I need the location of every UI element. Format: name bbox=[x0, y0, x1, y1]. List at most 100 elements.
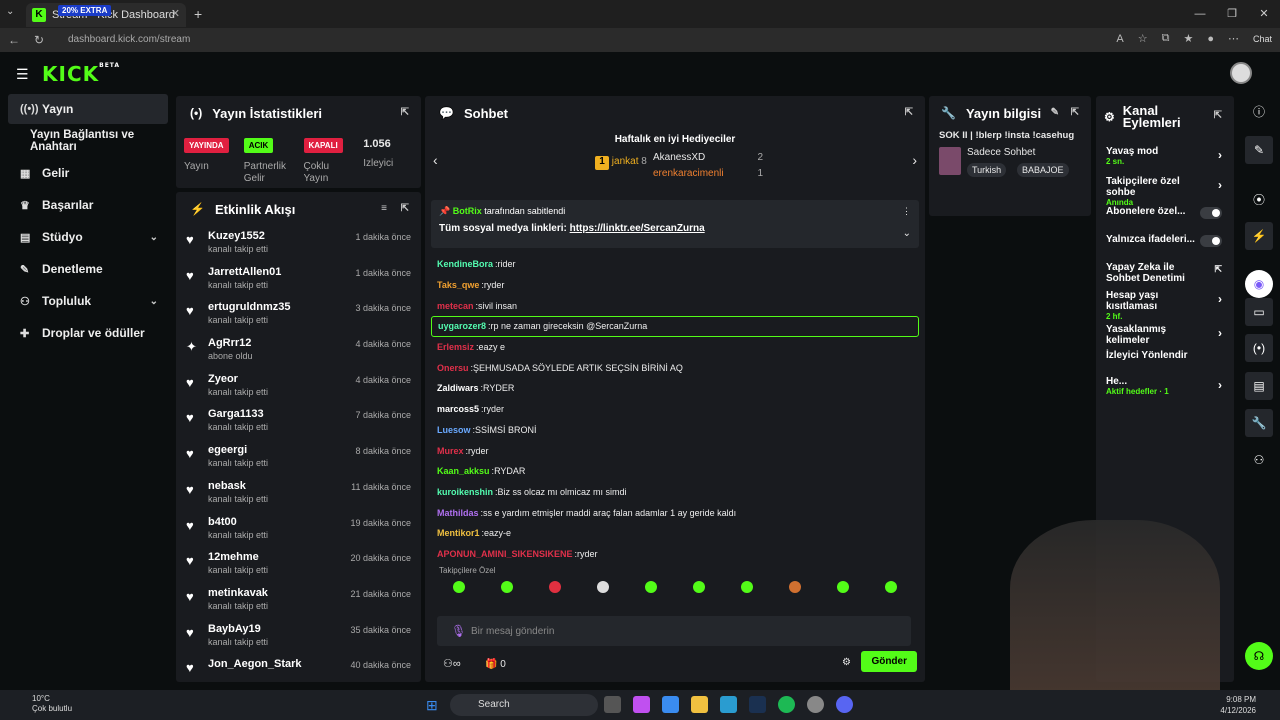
channel-action-item[interactable]: Hesap yaşı kısıtlaması 2 hf. › bbox=[1096, 290, 1234, 321]
settings-icon[interactable]: ⚙ bbox=[842, 657, 851, 668]
chat-message[interactable]: Zaldiwars: RYDER bbox=[425, 378, 925, 399]
emote[interactable] bbox=[837, 581, 849, 594]
chat-username[interactable]: Zaldiwars bbox=[437, 383, 479, 393]
chat-username[interactable]: marcoss5 bbox=[437, 404, 479, 414]
chat-message[interactable]: APONUN_AMINI_SIKENSIKENE: ryder bbox=[425, 544, 925, 565]
store-icon[interactable] bbox=[662, 696, 679, 713]
user-avatar[interactable] bbox=[1230, 62, 1252, 84]
sidebar-item-basarilar[interactable]: ♛ Başarılar bbox=[8, 190, 168, 220]
category-name[interactable]: Sadece Sohbet bbox=[967, 147, 1035, 158]
emote[interactable] bbox=[741, 581, 753, 594]
edge-icon[interactable] bbox=[720, 696, 737, 713]
chat-username[interactable]: Mathildas bbox=[437, 508, 479, 518]
event-row[interactable]: ♥ b4t00 kanalı takip etti 19 dakika önce bbox=[176, 512, 421, 548]
popout-icon[interactable]: ⇱ bbox=[401, 203, 409, 214]
channel-action-item[interactable]: Yalnızca ifadeleri... bbox=[1096, 234, 1234, 247]
minimize-icon[interactable]: — bbox=[1184, 0, 1216, 28]
event-row[interactable]: ♥ BaybAy19 kanalı takip etti 35 dakika önce bbox=[176, 619, 421, 655]
popout-icon[interactable]: ⇱ bbox=[1214, 110, 1222, 121]
expand-icon[interactable]: ⌄ bbox=[903, 228, 911, 239]
emote[interactable] bbox=[645, 581, 657, 594]
channel-action-item[interactable]: İzleyici Yönlendir bbox=[1096, 350, 1234, 361]
chat-message[interactable]: Murex: ryder bbox=[425, 440, 925, 461]
emote[interactable] bbox=[693, 581, 705, 594]
sidebar-item-yayin[interactable]: ((•)) Yayın bbox=[8, 94, 168, 124]
tab-list-icon[interactable]: ⌄ bbox=[6, 6, 14, 17]
filter-icon[interactable]: ≡ bbox=[381, 203, 387, 214]
close-window-icon[interactable]: ✕ bbox=[1248, 0, 1280, 28]
chat-message[interactable]: metecan: sivil insan bbox=[425, 295, 925, 316]
chat-message[interactable]: Onersu: ŞEHMUSADA SÖYLEDE ARTIK SEÇSİN B… bbox=[425, 357, 925, 378]
chat-username[interactable]: kuroikenshin bbox=[437, 487, 493, 497]
sidebar-item-stream-key[interactable]: Yayın Bağlantısı ve Anahtarı bbox=[8, 126, 168, 156]
sidebar-item-topluluk[interactable]: ⚇ Topluluk ⌄ bbox=[8, 286, 168, 316]
emote[interactable] bbox=[549, 581, 561, 594]
weather-widget[interactable]: 10°C Çok bulutlu bbox=[10, 694, 72, 714]
spotify-icon[interactable] bbox=[778, 696, 795, 713]
event-row[interactable]: ♥ Kuzey1552 kanalı takip etti 1 dakika önce bbox=[176, 226, 421, 262]
users-icon[interactable]: ⚇ bbox=[1245, 446, 1273, 474]
toggle-switch[interactable] bbox=[1200, 235, 1222, 247]
sidebar-item-denetleme[interactable]: ✎ Denetleme bbox=[8, 254, 168, 284]
stats-icon[interactable]: ▤ bbox=[1245, 372, 1273, 400]
url-field[interactable]: dashboard.kick.com/stream bbox=[58, 32, 1158, 48]
gifter-2[interactable]: AkanessXD 2 bbox=[653, 152, 763, 163]
channel-action-item[interactable]: Yapay Zeka ile Sohbet Denetimi ⇱ bbox=[1096, 262, 1234, 284]
emote[interactable] bbox=[885, 581, 897, 594]
back-icon[interactable]: ← bbox=[8, 33, 20, 47]
favorites-icon[interactable]: ★ bbox=[1183, 32, 1193, 45]
event-row[interactable]: ♥ Jon_Aegon_Stark 40 dakika önce bbox=[176, 654, 421, 682]
explorer-icon[interactable] bbox=[691, 696, 708, 713]
info-icon[interactable]: ⓘ bbox=[1245, 98, 1273, 126]
refresh-icon[interactable]: ↻ bbox=[34, 33, 44, 47]
chat-message[interactable]: Luesow: SSİMSİ BRONİ bbox=[425, 420, 925, 441]
chat-message[interactable]: Erlemsiz: eazy e bbox=[425, 337, 925, 358]
channel-action-item[interactable]: Yavaş mod 2 sn. › bbox=[1096, 146, 1234, 166]
channel-action-item[interactable]: Yasaklanmış kelimeler › bbox=[1096, 324, 1234, 346]
chat-icon[interactable]: ▭ bbox=[1245, 298, 1273, 326]
chat-username[interactable]: Onersu bbox=[437, 363, 469, 373]
chat-username[interactable]: Murex bbox=[437, 446, 464, 456]
chat-username[interactable]: Mentikor1 bbox=[437, 528, 480, 538]
chat-username[interactable]: Erlemsiz bbox=[437, 342, 474, 352]
popout-icon[interactable]: ⇱ bbox=[1071, 107, 1079, 118]
emote[interactable] bbox=[789, 581, 801, 594]
profile-icon[interactable]: ● bbox=[1207, 33, 1214, 45]
hamburger-icon[interactable]: ☰ bbox=[16, 66, 29, 83]
discord-icon[interactable] bbox=[836, 696, 853, 713]
extensions-icon[interactable]: ⧉ bbox=[1162, 32, 1170, 45]
category-thumbnail[interactable] bbox=[939, 147, 961, 175]
sidebar-item-droplar[interactable]: ✚ Droplar ve ödüller bbox=[8, 318, 168, 348]
chat-input[interactable]: Bir mesaj gönderin bbox=[437, 616, 911, 646]
taskbar-clock[interactable]: 9:08 PM 4/12/2026 bbox=[1220, 694, 1256, 716]
lightning-icon[interactable]: ⚡ bbox=[1245, 222, 1273, 250]
taskbar-search[interactable]: Search bbox=[450, 694, 598, 716]
task-view-icon[interactable] bbox=[604, 696, 621, 713]
chat-message[interactable]: Mentikor1: eazy-e bbox=[425, 523, 925, 544]
browser-tab[interactable]: K Stream - Kick Dashboard 20% EXTRA ✕ bbox=[26, 3, 186, 27]
sidebar-item-studyo[interactable]: ▤ Stüdyo ⌄ bbox=[8, 222, 168, 252]
event-row[interactable]: ✦ AgRrr12 abone oldu 4 dakika önce bbox=[176, 333, 421, 369]
chat-message[interactable]: Kaan_akksu: RYDAR bbox=[425, 461, 925, 482]
support-icon[interactable]: ☊ bbox=[1245, 642, 1273, 670]
more-icon[interactable]: ⋮ bbox=[902, 206, 911, 217]
pinned-link[interactable]: https://linktr.ee/SercanZurna bbox=[570, 223, 705, 234]
wrench-icon[interactable]: 🔧 bbox=[1245, 409, 1273, 437]
kick-logo[interactable]: KICKBETA bbox=[42, 62, 120, 86]
chat-message[interactable]: Mathildas: ss e yardım etmişler maddi ar… bbox=[425, 502, 925, 523]
event-row[interactable]: ♥ Zyeor kanalı takip etti 4 dakika önce bbox=[176, 369, 421, 405]
next-arrow-icon[interactable]: › bbox=[912, 152, 917, 168]
chat-username[interactable]: APONUN_AMINI_SIKENSIKENE bbox=[437, 549, 573, 559]
camera-icon[interactable]: ⦿ bbox=[1245, 186, 1273, 214]
channel-action-item[interactable]: Abonelere özel... bbox=[1096, 206, 1234, 219]
points-icon[interactable]: ⚇∞ bbox=[443, 657, 461, 670]
mic-icon[interactable]: 🎙 bbox=[451, 624, 466, 638]
event-row[interactable]: ♥ metinkavak kanalı takip etti 21 dakika ön… bbox=[176, 583, 421, 619]
channel-action-item[interactable]: Takipçilere özel sohbe Anında › bbox=[1096, 176, 1234, 207]
sidebar-item-gelir[interactable]: ▦ Gelir bbox=[8, 158, 168, 188]
close-tab-icon[interactable]: ✕ bbox=[171, 7, 180, 20]
chat-username[interactable]: KendineBora bbox=[437, 259, 493, 269]
event-row[interactable]: ♥ nebask kanalı takip etti 11 dakika önce bbox=[176, 476, 421, 512]
app-icon[interactable] bbox=[807, 696, 824, 713]
copilot-chat-button[interactable]: Chat bbox=[1253, 34, 1272, 44]
